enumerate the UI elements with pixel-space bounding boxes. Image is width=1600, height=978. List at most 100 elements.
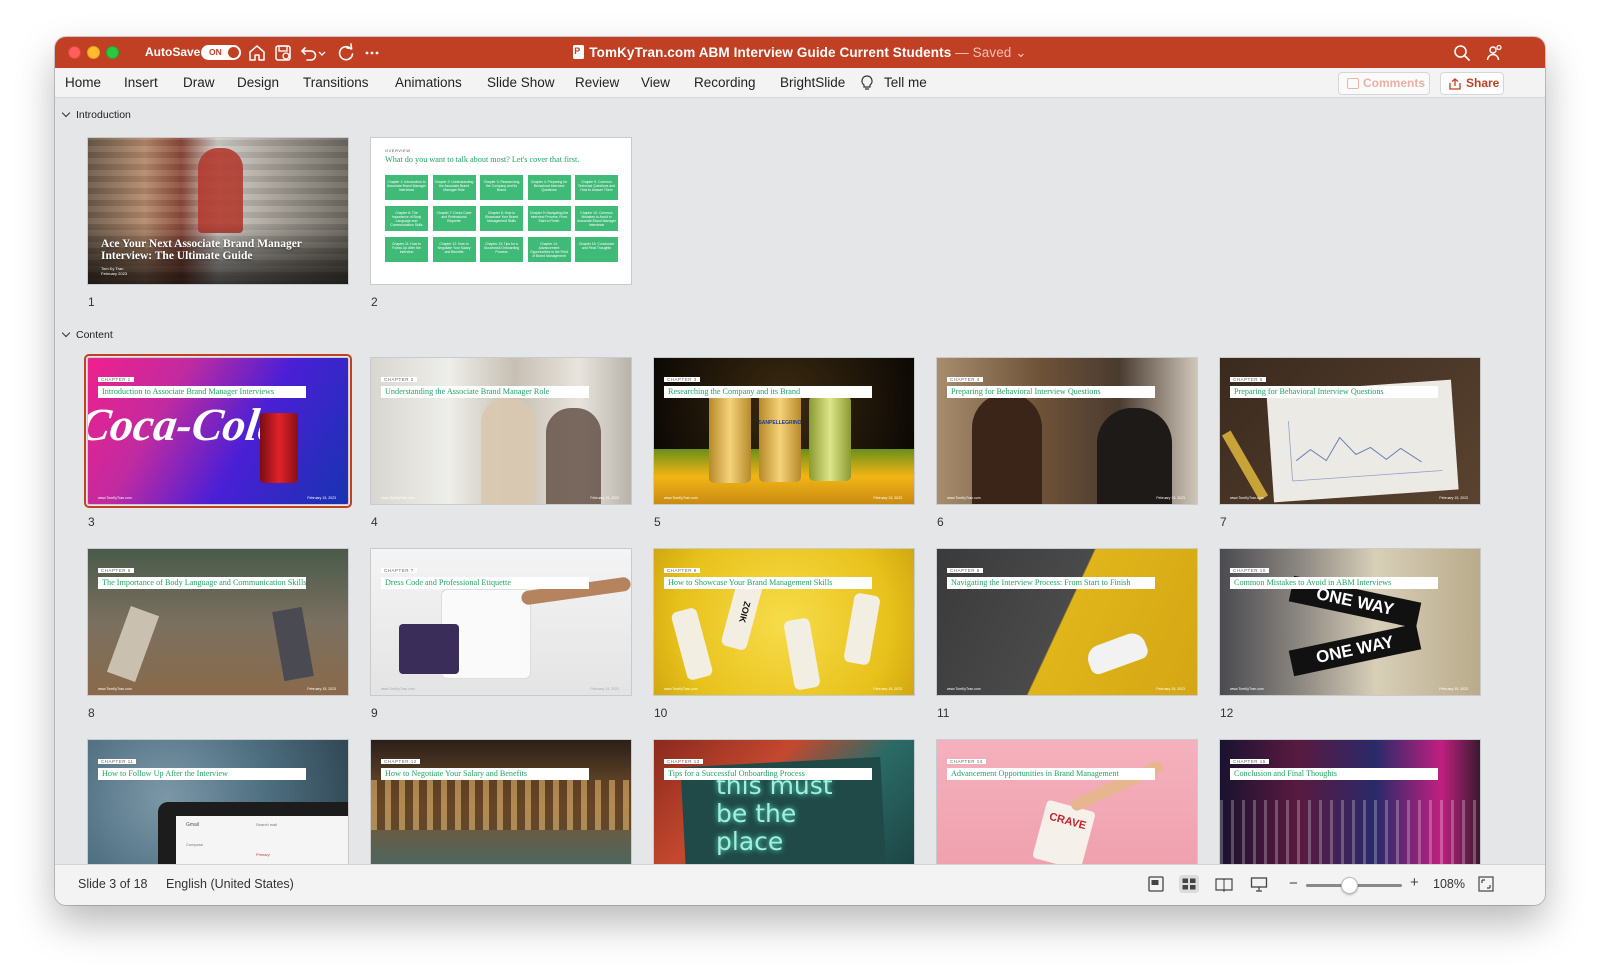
zoom-out-button[interactable]: − xyxy=(1289,875,1298,892)
chevron-down-icon xyxy=(61,108,71,118)
slide-thumbnail-7[interactable]: CHAPTER 5 Preparing for Behavioral Interv… xyxy=(1220,358,1480,504)
fit-to-window-icon[interactable] xyxy=(1476,875,1496,893)
share-label: Share xyxy=(1466,76,1500,90)
slide-thumbnail-9[interactable]: CHAPTER 7 Dress Code and Professional Eti… xyxy=(371,549,631,695)
slide-thumbnail-5[interactable]: SANPELLEGRINO CHAPTER 3 Researching the C… xyxy=(654,358,914,504)
tab-draw[interactable]: Draw xyxy=(183,75,215,90)
slide-caption: CHAPTER 15 Conclusion and Final Thoughts xyxy=(1230,750,1438,780)
slide-thumbnail-8[interactable]: CHAPTER 6 The Importance of Body Language… xyxy=(88,549,348,695)
slide-photo-legs xyxy=(106,605,160,683)
slide-title: Tips for a Successful Onboarding Process xyxy=(664,768,872,780)
slide-number: 1 xyxy=(88,295,95,309)
tab-design[interactable]: Design xyxy=(237,75,279,90)
zoom-level[interactable]: 108% xyxy=(1433,877,1465,891)
slide-thumbnail-10[interactable]: ZOIK CHAPTER 8 How to Showcase Your Brand… xyxy=(654,549,914,695)
chapter-label: CHAPTER 15 xyxy=(1230,759,1269,764)
tab-animations[interactable]: Animations xyxy=(395,75,462,90)
slide-thumbnail-15[interactable]: this must be the place CHAPTER 13 Tips fo… xyxy=(654,740,914,864)
slide-number: 10 xyxy=(654,706,668,720)
lightbulb-icon[interactable] xyxy=(859,74,875,92)
slide-footer-site: www.TomKyTran.com xyxy=(381,687,415,691)
chapter-label: CHAPTER 7 xyxy=(381,568,417,573)
zoom-in-button[interactable]: + xyxy=(1410,874,1419,891)
normal-view-icon[interactable] xyxy=(1146,875,1166,893)
slide-photo-shelves xyxy=(371,780,631,830)
chapter-label: CHAPTER 12 xyxy=(381,759,420,764)
slide-photo-shoe xyxy=(1084,629,1150,677)
reading-view-icon[interactable] xyxy=(1214,875,1234,893)
slide-thumbnail-16[interactable]: CRAVE CHAPTER 14 Advancement Opportunitie… xyxy=(937,740,1197,864)
slide-caption: CHAPTER 7 Dress Code and Professional Eti… xyxy=(381,559,589,589)
slide-footer-date: February 15, 2023 xyxy=(1156,687,1185,691)
slide-thumbnail-12[interactable]: ONE WAY ONE WAY CHAPTER 10 Common Mistake… xyxy=(1220,549,1480,695)
slide-footer-site: www.TomKyTran.com xyxy=(947,496,981,500)
slide-caption: CHAPTER 4 Preparing for Behavioral Interv… xyxy=(947,368,1155,398)
chapter-cell: Chapter 14: Advancement Opportunities in… xyxy=(527,237,571,262)
slide-thumbnail-3[interactable]: Coca-Cola CHAPTER 1 Introduction to Assoc… xyxy=(84,354,352,508)
section-content[interactable]: Content xyxy=(61,328,113,341)
tab-transitions[interactable]: Transitions xyxy=(303,75,369,90)
slide-footer-date: February 15, 2023 xyxy=(873,687,902,691)
search-icon[interactable] xyxy=(1452,43,1472,63)
share-people-icon[interactable] xyxy=(1485,43,1505,63)
slide-footer-date: February 15, 2023 xyxy=(590,496,619,500)
slide-photo-person xyxy=(972,393,1042,504)
slide-footer-site: www.TomKyTran.com xyxy=(98,496,132,500)
tab-insert[interactable]: Insert xyxy=(124,75,158,90)
chapter-cell: Chapter 2: Understanding the Associate B… xyxy=(432,175,476,200)
tell-me-search[interactable]: Tell me xyxy=(884,75,927,90)
slide-thumbnail-1[interactable]: Ace Your Next Associate Brand Manager In… xyxy=(88,138,348,284)
slide-thumbnail-6[interactable]: CHAPTER 4 Preparing for Behavioral Interv… xyxy=(937,358,1197,504)
comments-button[interactable]: Comments xyxy=(1338,72,1430,95)
comment-icon xyxy=(1347,78,1359,89)
share-button[interactable]: Share xyxy=(1440,72,1504,95)
tab-slide-show[interactable]: Slide Show xyxy=(487,75,555,90)
language-indicator[interactable]: English (United States) xyxy=(166,877,294,891)
slide-footer-site: www.TomKyTran.com xyxy=(1230,496,1264,500)
slide-thumbnail-11[interactable]: CHAPTER 9 Navigating the Interview Proces… xyxy=(937,549,1197,695)
slide-counter: Slide 3 of 18 xyxy=(78,877,148,891)
chapter-label: CHAPTER 8 xyxy=(664,568,700,573)
slide-caption: CHAPTER 9 Navigating the Interview Proces… xyxy=(947,559,1155,589)
slide-number: 11 xyxy=(937,706,950,720)
slide-title: How to Showcase Your Brand Management Sk… xyxy=(664,577,872,589)
slide-title: Introduction to Associate Brand Manager … xyxy=(98,386,306,398)
slide-photo-person xyxy=(198,148,243,233)
chapter-cell: Chapter 6: The Importance of Body Langua… xyxy=(385,206,428,231)
slide-number: 2 xyxy=(371,295,378,309)
status-bar: Slide 3 of 18 English (United States) − … xyxy=(55,864,1545,905)
chevron-down-icon: ⌄ xyxy=(1015,45,1027,60)
slide-sorter[interactable]: Introduction Ace Your Next Associate Bra… xyxy=(55,98,1545,864)
slide-caption: CHAPTER 12 How to Negotiate Your Salary a… xyxy=(381,750,589,780)
tab-review[interactable]: Review xyxy=(575,75,619,90)
slide-photo-clothes xyxy=(399,624,459,674)
chapter-cell: Chapter 1: Introduction to Associate Bra… xyxy=(385,175,428,200)
slide-sorter-view-icon[interactable] xyxy=(1179,875,1199,893)
tab-brightslide[interactable]: BrightSlide xyxy=(780,75,845,90)
zoom-slider-handle[interactable] xyxy=(1341,877,1358,894)
tab-view[interactable]: View xyxy=(641,75,670,90)
tab-home[interactable]: Home xyxy=(65,75,101,90)
document-title[interactable]: TomKyTran.com ABM Interview Guide Curren… xyxy=(55,45,1545,61)
slide-number: 6 xyxy=(937,515,944,529)
slide-thumbnail-2[interactable]: OVERVIEW What do you want to talk about … xyxy=(371,138,631,284)
slide-photo-legs xyxy=(272,606,314,682)
slide-thumbnail-13[interactable]: Gmail Search mail Compose Primary CHAPTE… xyxy=(88,740,348,864)
chapter-cell: Chapter 9: Navigating the Interview Proc… xyxy=(527,206,571,231)
slide-footer-site: www.TomKyTran.com xyxy=(1230,687,1264,691)
slide-show-view-icon[interactable] xyxy=(1249,875,1269,893)
tab-recording[interactable]: Recording xyxy=(694,75,756,90)
slide-title: Preparing for Behavioral Interview Quest… xyxy=(1230,386,1438,398)
slide-title: Preparing for Behavioral Interview Quest… xyxy=(947,386,1155,398)
slide-thumbnail-14[interactable]: CHAPTER 12 How to Negotiate Your Salary a… xyxy=(371,740,631,864)
slide-caption: CHAPTER 13 Tips for a Successful Onboardi… xyxy=(664,750,872,780)
slide-thumbnail-17[interactable]: CHAPTER 15 Conclusion and Final Thoughts xyxy=(1220,740,1480,864)
slide-number: 12 xyxy=(1220,706,1234,720)
slide-title: Conclusion and Final Thoughts xyxy=(1230,768,1438,780)
slide-photo-can xyxy=(809,396,851,481)
chapter-label: CHAPTER 10 xyxy=(1230,568,1269,573)
section-introduction[interactable]: Introduction xyxy=(61,108,131,121)
powerpoint-window: AutoSave ON TomKyTran.com ABM Interview … xyxy=(55,37,1545,905)
powerpoint-file-icon xyxy=(573,45,585,59)
slide-thumbnail-4[interactable]: CHAPTER 2 Understanding the Associate Bra… xyxy=(371,358,631,504)
